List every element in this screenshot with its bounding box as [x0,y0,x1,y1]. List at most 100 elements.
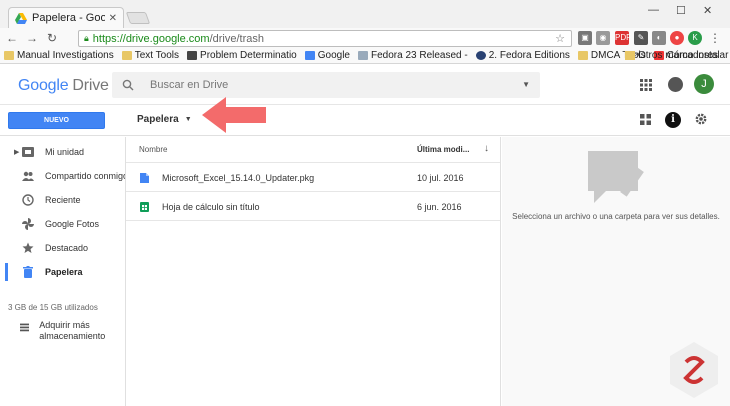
sidebar-item-mi-unidad[interactable]: ▶ Mi unidad [0,141,124,163]
file-list: Nombre Última modi... ↓ Microsoft_Excel_… [125,137,501,406]
extension-icon[interactable]: ● [670,31,684,45]
extension-icon[interactable]: K [688,31,702,45]
bookmark-label: Fedora 23 Released - [371,50,468,61]
tab-close-icon[interactable]: ✕ [109,13,117,24]
url-path: /drive/trash [209,32,265,45]
sort-arrow-icon[interactable]: ↓ [484,143,489,154]
site-icon [358,51,368,60]
minimize-icon[interactable]: — [648,4,659,16]
avatar[interactable]: J [694,74,714,94]
window-close-icon[interactable]: ✕ [703,4,712,17]
google-icon [304,51,315,60]
details-empty-message: Selecciona un archivo o una carpeta para… [512,212,720,221]
caret-down-icon: ▼ [184,116,192,123]
bookmark-label: 2. Fedora Editions [488,50,570,61]
browser-titlebar: Papelera - Google Drive ✕ — ☐ ✕ [0,0,730,28]
logo-drive-text: Drive [72,77,109,94]
reload-icon[interactable]: ↻ [44,31,60,45]
search-placeholder: Buscar en Drive [150,79,229,91]
bookmark-item[interactable]: Google [304,50,350,61]
sidebar-item-papelera[interactable]: Papelera [0,261,124,283]
pinwheel-icon [22,218,34,230]
spreadsheet-icon [140,202,149,212]
sidebar-item-google-fotos[interactable]: Google Fotos [0,213,124,235]
notifications-icon[interactable] [668,77,683,92]
extension-icon[interactable]: ◐ [652,31,666,45]
breadcrumb-label: Papelera [137,114,179,125]
file-name: Hoja de cálculo sin título [162,202,260,212]
bookmark-item[interactable]: Text Tools [121,50,179,61]
storage-stack-icon [20,323,30,332]
url-host: https://drive.google.com [92,32,210,45]
sidebar-item-label: Compartido conmigo [45,171,129,181]
google-drive-logo[interactable]: Google Drive [18,77,109,95]
column-name-header[interactable]: Nombre [139,145,167,154]
table-row[interactable]: Microsoft_Excel_15.14.0_Updater.pkg 10 j… [126,164,500,192]
folder-icon [4,51,14,60]
forward-icon[interactable]: → [24,31,40,45]
browser-tab[interactable]: Papelera - Google Drive ✕ [8,7,124,28]
bookmark-item[interactable]: Manual Investigations [4,50,114,61]
address-bar[interactable]: 🔒︎ https://drive.google.com/drive/trash … [78,30,572,47]
star-icon [22,242,34,253]
new-button[interactable]: NUEVO [8,112,105,129]
search-input[interactable]: Buscar en Drive ▼ [112,72,540,98]
site-icon [187,51,198,60]
bookmark-label: Google [317,50,350,61]
search-icon [122,79,134,91]
annotation-arrow [202,97,266,133]
pdf-extension-icon[interactable]: PDF [615,31,631,45]
file-date: 10 jul. 2016 [417,173,464,183]
drive-folder-icon [22,147,34,157]
new-tab-button[interactable] [125,12,151,24]
action-bar [0,106,730,136]
clock-icon [22,194,34,206]
grid-view-icon[interactable] [640,114,651,125]
folder-icon [624,51,635,60]
extension-icon[interactable]: ▣ [578,31,592,45]
list-header: Nombre Última modi... ↓ [126,137,500,163]
other-bookmarks-label: Otros marcadores [637,50,718,61]
storage-usage: 3 GB de 15 GB utilizados [8,303,98,312]
column-modified-header[interactable]: Última modi... [417,145,469,154]
file-date: 6 jun. 2016 [417,202,462,212]
bookmark-item[interactable]: Problem Determinatio [187,50,297,61]
sidebar-item-compartido[interactable]: Compartido conmigo [0,165,128,187]
other-bookmarks[interactable]: Otros marcadores [624,50,718,61]
maximize-icon[interactable]: ☐ [676,4,686,17]
bookmark-star-icon[interactable]: ☆ [555,32,565,45]
folder-icon [577,51,588,60]
info-icon[interactable]: i [665,112,681,128]
logo-google-text: Google [18,77,69,94]
buy-storage-link[interactable]: Adquirir más almacenamiento [20,320,124,342]
search-options-icon[interactable]: ▼ [522,80,530,89]
sidebar-item-label: Destacado [45,243,89,253]
bookmarks-bar: Manual Investigations Text Tools Problem… [0,48,730,64]
generic-file-icon [140,173,149,183]
bookmark-item[interactable]: 2. Fedora Editions [475,50,570,61]
expand-chevron-icon[interactable]: ▶ [14,148,19,156]
sidebar: ▶ Mi unidad Compartido conmigo Reciente … [0,137,128,406]
file-name: Microsoft_Excel_15.14.0_Updater.pkg [162,173,315,183]
bookmark-item[interactable]: Fedora 23 Released - [358,50,468,61]
extension-icon[interactable]: ◉ [596,31,610,45]
back-icon[interactable]: ← [4,31,20,45]
bookmark-label: Manual Investigations [17,50,114,61]
sidebar-item-label: Mi unidad [45,147,85,157]
comment-edit-icon [588,151,644,203]
sidebar-item-destacado[interactable]: Destacado [0,237,124,259]
buy-storage-label: Adquirir más almacenamiento [39,320,106,341]
lock-icon: 🔒︎ [84,33,89,43]
sidebar-item-label: Reciente [45,195,81,205]
apps-grid-icon[interactable] [640,79,652,91]
breadcrumb[interactable]: Papelera ▼ [137,114,192,125]
sidebar-item-reciente[interactable]: Reciente [0,189,124,211]
folder-icon [121,51,132,60]
extension-icon[interactable]: ✎ [634,31,648,45]
shared-people-icon [22,171,34,181]
table-row[interactable]: Hoja de cálculo sin título 6 jun. 2016 [126,193,500,221]
gear-icon[interactable] [694,112,708,126]
bookmark-label: Problem Determinatio [200,50,297,61]
browser-menu-icon[interactable]: ⋮ [708,31,722,45]
sidebar-item-label: Google Fotos [45,219,100,229]
